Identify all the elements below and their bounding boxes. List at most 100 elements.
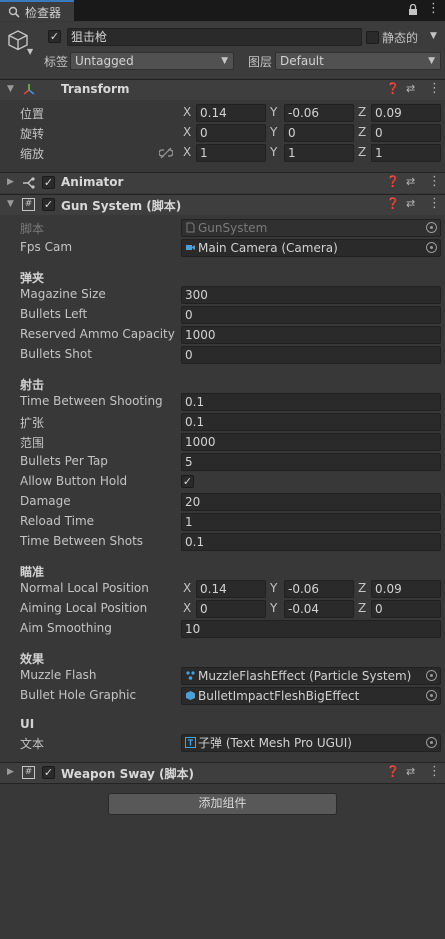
axis-z-label[interactable]: Z <box>358 601 366 615</box>
object-picker-icon[interactable] <box>426 242 437 253</box>
aim-pos-y-field[interactable]: -0.04 <box>284 600 354 618</box>
component-menu-icon[interactable]: ⋮ <box>428 81 441 96</box>
text-field[interactable]: 子弹 (Text Mesh Pro UGUI) <box>181 734 441 752</box>
spread-label: 扩张 <box>20 416 45 430</box>
bullet-hole-graphic-field[interactable]: BulletImpactFleshBigEffect <box>181 687 441 705</box>
time-between-shooting-field[interactable]: 0.1 <box>181 393 441 411</box>
layer-label: 图层 <box>248 55 273 69</box>
animator-component-header[interactable]: ▶ ✓ Animator ❓ ⇄ ⋮ <box>0 172 445 193</box>
spread-field[interactable]: 0.1 <box>181 413 441 431</box>
icon-dropdown-arrow[interactable]: ▼ <box>27 47 33 56</box>
muzzle-flash-field[interactable]: MuzzleFlashEffect (Particle System) <box>181 667 441 685</box>
scale-x-field[interactable]: 1 <box>196 144 266 162</box>
normal-pos-z-field[interactable]: 0.09 <box>371 580 441 598</box>
object-picker-icon[interactable] <box>426 670 437 681</box>
magazine-size-field[interactable]: 300 <box>181 286 441 304</box>
object-picker-icon[interactable] <box>426 737 437 748</box>
fps-cam-value: Main Camera (Camera) <box>198 241 338 255</box>
aim-pos-x-field[interactable]: 0 <box>196 600 266 618</box>
axis-y-label[interactable]: Y <box>270 125 277 139</box>
weapon-sway-component-header[interactable]: ▶ # ✓ Weapon Sway (脚本) ❓ ⇄ ⋮ <box>0 762 445 783</box>
presets-icon[interactable]: ⇄ <box>406 175 415 188</box>
animator-enabled-checkbox[interactable]: ✓ <box>42 176 55 189</box>
muzzle-flash-value: MuzzleFlashEffect (Particle System) <box>198 669 412 683</box>
unlinked-scale-icon[interactable] <box>159 147 173 159</box>
bullets-shot-field[interactable]: 0 <box>181 346 441 364</box>
rotation-z-field[interactable]: 0 <box>371 124 441 142</box>
aim-pos-z-field[interactable]: 0 <box>371 600 441 618</box>
help-icon[interactable]: ❓ <box>386 175 400 188</box>
help-icon[interactable]: ❓ <box>386 82 400 95</box>
axis-y-label[interactable]: Y <box>270 145 277 159</box>
foldout-collapsed-icon[interactable]: ▶ <box>7 177 14 187</box>
active-checkbox[interactable]: ✓ <box>48 30 61 43</box>
section-shooting: 射击 <box>20 378 45 392</box>
tab-bar: 检查器 ⋮ <box>0 0 445 21</box>
rotation-y-field[interactable]: 0 <box>284 124 354 142</box>
foldout-expanded-icon[interactable]: ▼ <box>7 84 14 94</box>
gun-system-enabled-checkbox[interactable]: ✓ <box>42 198 55 211</box>
tab-title: 检查器 <box>25 6 62 20</box>
transform-component-header[interactable]: ▼ Transform ❓ ⇄ ⋮ <box>0 79 445 100</box>
position-x-field[interactable]: 0.14 <box>196 104 266 122</box>
allow-button-hold-checkbox[interactable]: ✓ <box>181 475 194 488</box>
axis-x-label[interactable]: X <box>183 145 191 159</box>
axis-x-label[interactable]: X <box>183 105 191 119</box>
axis-z-label[interactable]: Z <box>358 581 366 595</box>
reload-time-field[interactable]: 1 <box>181 513 441 531</box>
presets-icon[interactable]: ⇄ <box>406 197 415 210</box>
weapon-sway-title: Weapon Sway (脚本) <box>61 767 195 781</box>
kebab-menu-icon[interactable]: ⋮ <box>427 2 440 16</box>
bullets-per-tap-field[interactable]: 5 <box>181 453 441 471</box>
axis-x-label[interactable]: X <box>183 125 191 139</box>
help-icon[interactable]: ❓ <box>386 197 400 210</box>
range-field[interactable]: 1000 <box>181 433 441 451</box>
foldout-expanded-icon[interactable]: ▼ <box>7 199 14 209</box>
camera-icon <box>186 245 195 250</box>
foldout-collapsed-icon[interactable]: ▶ <box>7 767 14 777</box>
position-z-field[interactable]: 0.09 <box>371 104 441 122</box>
add-component-button[interactable]: 添加组件 <box>108 793 337 815</box>
axis-y-label[interactable]: Y <box>270 601 277 615</box>
object-name-field[interactable]: 狙击枪 <box>67 28 362 46</box>
damage-field[interactable]: 20 <box>181 493 441 511</box>
gun-system-component-header[interactable]: ▼ # ✓ Gun System (脚本) ❓ ⇄ ⋮ <box>0 194 445 215</box>
object-picker-icon[interactable] <box>426 690 437 701</box>
presets-icon[interactable]: ⇄ <box>406 82 415 95</box>
static-checkbox[interactable] <box>366 31 379 44</box>
axis-z-label[interactable]: Z <box>358 145 366 159</box>
axis-y-label[interactable]: Y <box>270 581 277 595</box>
axis-x-label[interactable]: X <box>183 581 191 595</box>
bullets-left-label: Bullets Left <box>20 307 88 321</box>
scale-y-field[interactable]: 1 <box>284 144 354 162</box>
script-label: 脚本 <box>20 222 45 236</box>
aiming-local-position-label: Aiming Local Position <box>20 601 148 615</box>
tag-dropdown[interactable]: Untagged ▼ <box>70 52 234 70</box>
position-y-field[interactable]: -0.06 <box>284 104 354 122</box>
aim-smoothing-field[interactable]: 10 <box>181 620 441 638</box>
script-hash-icon: # <box>22 198 35 211</box>
rotation-x-field[interactable]: 0 <box>196 124 266 142</box>
reserved-ammo-field[interactable]: 1000 <box>181 326 441 344</box>
layer-dropdown[interactable]: Default ▼ <box>275 52 441 70</box>
axis-x-label[interactable]: X <box>183 601 191 615</box>
fps-cam-field[interactable]: Main Camera (Camera) <box>181 239 441 257</box>
axis-z-label[interactable]: Z <box>358 105 366 119</box>
component-menu-icon[interactable]: ⋮ <box>428 196 441 211</box>
normal-pos-x-field[interactable]: 0.14 <box>196 580 266 598</box>
help-icon[interactable]: ❓ <box>386 765 400 778</box>
time-between-shots-field[interactable]: 0.1 <box>181 533 441 551</box>
scale-z-field[interactable]: 1 <box>371 144 441 162</box>
axis-z-label[interactable]: Z <box>358 125 366 139</box>
normal-pos-y-field[interactable]: -0.06 <box>284 580 354 598</box>
reload-time-label: Reload Time <box>20 514 95 528</box>
presets-icon[interactable]: ⇄ <box>406 765 415 778</box>
axis-y-label[interactable]: Y <box>270 105 277 119</box>
tab-inspector[interactable]: 检查器 <box>0 0 74 21</box>
lock-icon[interactable] <box>408 4 418 16</box>
weapon-sway-enabled-checkbox[interactable]: ✓ <box>42 766 55 779</box>
static-dropdown-arrow[interactable]: ▼ <box>430 31 437 41</box>
component-menu-icon[interactable]: ⋮ <box>428 764 441 779</box>
component-menu-icon[interactable]: ⋮ <box>428 174 441 189</box>
bullets-left-field[interactable]: 0 <box>181 306 441 324</box>
